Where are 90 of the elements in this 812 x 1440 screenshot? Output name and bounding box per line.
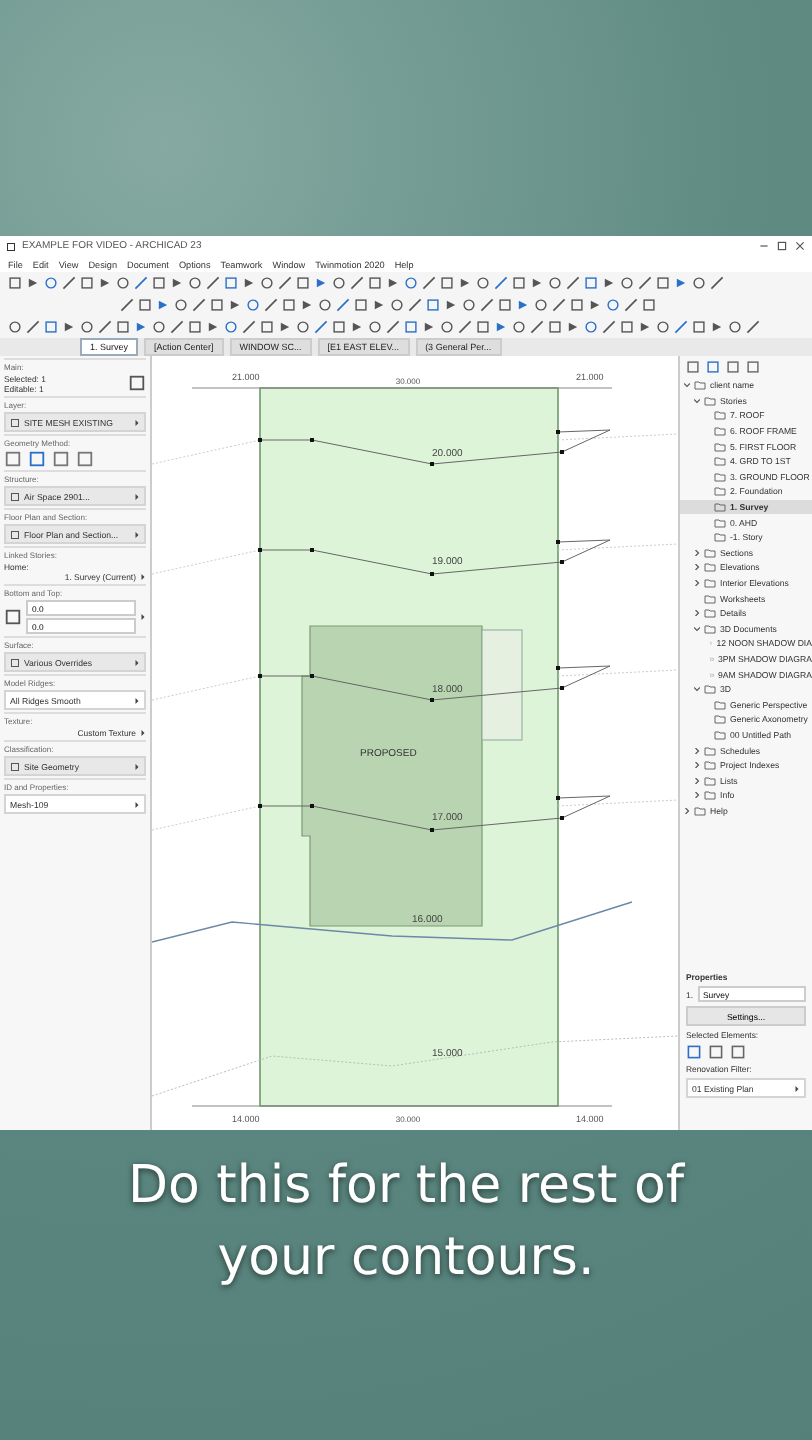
square-icon[interactable] [10,657,20,667]
line-icon[interactable] [170,320,184,334]
line-icon[interactable] [350,276,364,290]
square-icon[interactable] [10,761,20,771]
line-icon[interactable] [26,320,40,334]
circle-icon[interactable] [548,276,562,290]
square-icon[interactable] [10,417,20,427]
line-icon[interactable] [674,320,688,334]
triangle-icon[interactable] [710,320,724,334]
circle-icon[interactable] [476,276,490,290]
minimize-icon[interactable] [758,240,770,252]
line-icon[interactable] [458,320,472,334]
circle-icon[interactable] [116,276,130,290]
chevron-down-icon[interactable] [684,382,690,389]
chevron-right-icon[interactable] [694,580,700,587]
circle-icon[interactable] [80,320,94,334]
square-icon[interactable] [730,1044,746,1060]
square-icon[interactable] [10,529,20,539]
circle-icon[interactable] [390,298,404,312]
maximize-icon[interactable] [776,240,788,252]
circle-icon[interactable] [152,320,166,334]
circle-icon[interactable] [606,298,620,312]
circle-icon[interactable] [584,320,598,334]
chevron-down-icon[interactable] [694,397,700,404]
chevron-right-icon[interactable] [694,610,700,617]
circle-icon[interactable] [534,298,548,312]
circle-icon[interactable] [224,320,238,334]
line-icon[interactable] [566,276,580,290]
chevron-right-icon[interactable] [684,807,690,814]
chevron-right-icon[interactable] [694,762,700,769]
line-icon[interactable] [120,298,134,312]
line-icon[interactable] [422,276,436,290]
circle-icon[interactable] [512,320,526,334]
triangle-icon[interactable] [638,320,652,334]
circle-icon[interactable] [368,320,382,334]
line-icon[interactable] [278,276,292,290]
line-icon[interactable] [314,320,328,334]
circle-icon[interactable] [296,320,310,334]
line-icon[interactable] [408,298,422,312]
line-icon[interactable] [386,320,400,334]
line-icon[interactable] [192,298,206,312]
circle-icon[interactable] [188,276,202,290]
line-icon[interactable] [746,320,760,334]
line-icon[interactable] [134,276,148,290]
line-icon[interactable] [602,320,616,334]
square-icon[interactable] [6,241,16,251]
chevron-right-icon[interactable] [694,747,700,754]
line-icon[interactable] [638,276,652,290]
circle-icon[interactable] [404,276,418,290]
circle-icon[interactable] [44,276,58,290]
line-icon[interactable] [552,298,566,312]
line-icon[interactable] [264,298,278,312]
triangle-icon[interactable] [674,276,688,290]
chevron-right-icon[interactable] [694,564,700,571]
circle-icon[interactable] [462,298,476,312]
line-icon[interactable] [530,320,544,334]
circle-icon[interactable] [332,276,346,290]
triangle-icon[interactable] [26,276,40,290]
line-icon[interactable] [710,276,724,290]
chevron-right-icon[interactable] [694,777,700,784]
square-icon[interactable] [10,491,20,501]
circle-icon[interactable] [692,276,706,290]
triangle-icon[interactable] [98,276,112,290]
line-icon[interactable] [336,298,350,312]
line-icon[interactable] [62,276,76,290]
chevron-down-icon[interactable] [694,625,700,632]
square-icon[interactable] [4,608,22,626]
circle-icon[interactable] [440,320,454,334]
circle-icon[interactable] [8,320,22,334]
circle-icon[interactable] [656,320,670,334]
chevron-right-icon[interactable] [694,792,700,799]
video-caption: Do this for the rest of your contours. [125,1154,687,1292]
circle-icon[interactable] [728,320,742,334]
circle-icon[interactable] [620,276,634,290]
chevron-down-icon[interactable] [694,686,700,693]
line-icon[interactable] [242,320,256,334]
line-icon[interactable] [98,320,112,334]
circle-icon[interactable] [260,276,274,290]
line-icon[interactable] [494,276,508,290]
close-icon[interactable] [794,240,806,252]
square-icon[interactable] [128,374,146,392]
chevron-right-icon[interactable] [694,549,700,556]
circle-icon[interactable] [318,298,332,312]
square-icon[interactable] [708,1044,724,1060]
triangle-icon[interactable] [62,320,76,334]
circle-icon[interactable] [174,298,188,312]
line-icon[interactable] [624,298,638,312]
circle-icon[interactable] [246,298,260,312]
line-icon[interactable] [206,276,220,290]
line-icon[interactable] [480,298,494,312]
